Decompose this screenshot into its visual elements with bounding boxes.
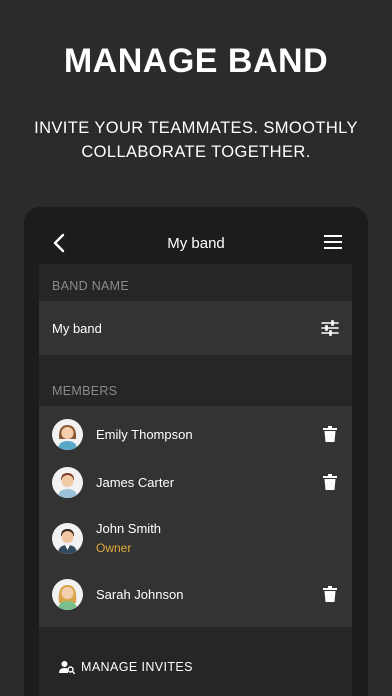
member-row[interactable]: Sarah Johnson bbox=[39, 570, 352, 618]
trash-icon[interactable] bbox=[323, 426, 337, 442]
band-settings-panel: BAND NAME My band MEMBERS Emily Thompson… bbox=[39, 264, 352, 696]
phone-frame: My band BAND NAME My band MEMBERS Emily … bbox=[24, 207, 368, 696]
member-name: John Smith bbox=[96, 521, 162, 536]
member-name: Emily Thompson bbox=[96, 426, 193, 442]
owner-role-label: Owner bbox=[96, 541, 132, 555]
promo-headline: MANAGE BAND bbox=[63, 42, 329, 80]
band-name-value: My band bbox=[52, 320, 102, 336]
trash-icon[interactable] bbox=[323, 586, 337, 602]
avatar bbox=[52, 466, 83, 498]
member-name: Sarah Johnson bbox=[96, 586, 184, 602]
member-row[interactable]: Emily Thompson bbox=[39, 410, 352, 458]
trash-icon[interactable] bbox=[323, 474, 337, 490]
hamburger-menu-icon[interactable] bbox=[324, 235, 342, 249]
member-name: James Carter bbox=[96, 474, 175, 490]
band-name-section-label: BAND NAME bbox=[52, 279, 130, 293]
avatar bbox=[52, 578, 83, 610]
members-section-label: MEMBERS bbox=[52, 384, 118, 398]
avatar bbox=[52, 522, 83, 554]
member-row[interactable]: John Smith Owner bbox=[39, 514, 352, 562]
member-row[interactable]: James Carter bbox=[39, 458, 352, 506]
band-name-row[interactable]: My band bbox=[39, 301, 352, 355]
manage-invites-button[interactable]: MANAGE INVITES bbox=[59, 660, 193, 674]
promo-subline: INVITE YOUR TEAMMATES. SMOOTHLY COLLABOR… bbox=[34, 119, 358, 161]
avatar bbox=[52, 418, 83, 450]
screen-title: My band bbox=[167, 235, 225, 252]
person-search-icon bbox=[59, 661, 75, 674]
members-list: Emily Thompson James Carter John Smith O… bbox=[39, 406, 352, 627]
manage-invites-label: MANAGE INVITES bbox=[81, 660, 193, 674]
top-app-bar: My band bbox=[24, 207, 368, 264]
tune-icon[interactable] bbox=[321, 320, 339, 336]
